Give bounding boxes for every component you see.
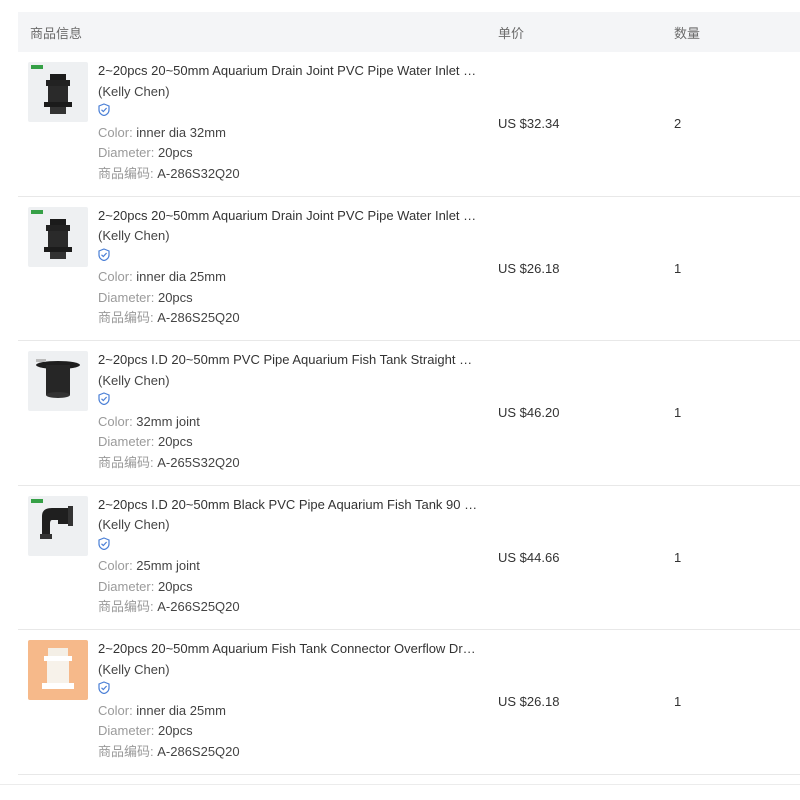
quantity: 1: [674, 405, 682, 421]
attr-sku: 商品编码: A-266S25Q20: [98, 597, 490, 618]
attr-color: Color: 25mm joint: [98, 556, 490, 577]
quantity: 1: [674, 694, 682, 710]
attr-color: Color: inner dia 32mm: [98, 123, 490, 144]
attr-color-value: inner dia 25mm: [136, 269, 226, 284]
unit-price: US $26.18: [498, 260, 560, 276]
seller-name: (Kelly Chen): [98, 372, 170, 388]
seller-name: (Kelly Chen): [98, 661, 170, 677]
seller-name: (Kelly Chen): [98, 83, 170, 99]
unit-price: US $32.34: [498, 116, 560, 132]
attr-sku-value: A-286S25Q20: [157, 310, 240, 325]
attr-color-value: inner dia 32mm: [136, 124, 226, 140]
product-title-link[interactable]: 2~20pcs 20~50mm Aquarium Drain Joint PVC…: [98, 61, 478, 82]
attr-sku-label: 商品编码:: [98, 743, 158, 759]
attr-sku: 商品编码: A-286S25Q20: [98, 308, 490, 329]
attr-diameter: Diameter: 20pcs: [98, 288, 490, 309]
attr-diameter-value: 20pcs: [157, 578, 193, 594]
product-thumbnail[interactable]: [28, 640, 88, 700]
shield-check-icon: [98, 247, 110, 268]
table-row: 2~20pcs 20~50mm Aquarium Drain Joint PVC…: [18, 197, 800, 341]
attr-sku-value: A-266S25Q20: [157, 599, 240, 614]
attr-color-label: Color:: [98, 413, 137, 429]
attr-color-value: 25mm joint: [136, 558, 200, 573]
unit-price: US $46.20: [498, 405, 560, 421]
attr-color-label: Color:: [98, 124, 137, 140]
attr-diameter-label: Diameter:: [98, 578, 158, 594]
attr-diameter-value: 20pcs: [157, 723, 193, 738]
product-title-link[interactable]: 2~20pcs I.D 20~50mm PVC Pipe Aquarium Fi…: [98, 350, 478, 371]
shield-check-icon: [98, 680, 110, 701]
attr-diameter-label: Diameter:: [98, 723, 158, 738]
attr-color-label: Color:: [98, 702, 137, 718]
header-quantity: 数量: [674, 25, 701, 41]
table-header: 商品信息 单价 数量: [18, 12, 800, 52]
attr-color-value: inner dia 25mm: [136, 702, 226, 718]
product-thumbnail[interactable]: [28, 206, 88, 267]
table-row: 2~20pcs 20~50mm Aquarium Fish Tank Conne…: [18, 630, 800, 775]
table-row: 2~20pcs I.D 20~50mm PVC Pipe Aquarium Fi…: [18, 341, 800, 486]
table-row: 2~20pcs I.D 20~50mm Black PVC Pipe Aquar…: [18, 486, 800, 630]
attr-color-value: 32mm joint: [136, 413, 200, 429]
shield-check-icon: [98, 391, 110, 412]
table-row: 2~20pcs 20~50mm Aquarium Drain Joint PVC…: [18, 52, 800, 197]
attr-sku: 商品编码: A-286S32Q20: [98, 164, 490, 185]
attr-sku-label: 商品编码:: [98, 165, 158, 181]
attr-sku-value: A-286S25Q20: [157, 743, 240, 759]
attr-diameter: Diameter: 20pcs: [98, 721, 490, 742]
product-title-link[interactable]: 2~20pcs I.D 20~50mm Black PVC Pipe Aquar…: [98, 495, 478, 516]
attr-diameter-label: Diameter:: [98, 145, 158, 160]
attr-diameter-label: Diameter:: [98, 289, 158, 305]
divider: [0, 784, 800, 785]
seller-name: (Kelly Chen): [98, 517, 170, 532]
attr-color-label: Color:: [98, 558, 137, 573]
product-title-link[interactable]: 2~20pcs 20~50mm Aquarium Fish Tank Conne…: [98, 639, 478, 660]
attr-sku-label: 商品编码:: [98, 454, 158, 470]
seller-name: (Kelly Chen): [98, 228, 170, 243]
attr-color: Color: inner dia 25mm: [98, 701, 490, 722]
product-thumbnail[interactable]: [28, 351, 88, 411]
attr-sku-label: 商品编码:: [98, 310, 158, 325]
shield-check-icon: [98, 536, 110, 557]
shield-check-icon: [98, 102, 110, 123]
attr-diameter: Diameter: 20pcs: [98, 143, 490, 164]
quantity: 2: [674, 116, 682, 132]
attr-sku: 商品编码: A-286S25Q20: [98, 742, 490, 763]
attr-sku-label: 商品编码:: [98, 599, 158, 614]
product-title-link[interactable]: 2~20pcs 20~50mm Aquarium Drain Joint PVC…: [98, 206, 478, 227]
attr-color: Color: 32mm joint: [98, 412, 490, 433]
attr-diameter-label: Diameter:: [98, 434, 158, 449]
attr-sku-value: A-286S32Q20: [157, 165, 240, 181]
attr-sku-value: A-265S32Q20: [157, 454, 240, 470]
header-product-info: 商品信息: [30, 25, 83, 41]
attr-diameter-value: 20pcs: [157, 434, 193, 449]
unit-price: US $26.18: [498, 694, 560, 710]
unit-price: US $44.66: [498, 549, 560, 565]
order-items-table: 商品信息 单价 数量 2~20pcs 20~50mm Aquarium Drai…: [18, 12, 800, 775]
attr-diameter-value: 20pcs: [157, 145, 193, 160]
attr-color-label: Color:: [98, 269, 137, 284]
attr-sku: 商品编码: A-265S32Q20: [98, 453, 490, 474]
attr-diameter-value: 20pcs: [157, 289, 193, 305]
attr-diameter: Diameter: 20pcs: [98, 577, 490, 598]
quantity: 1: [674, 260, 682, 276]
attr-diameter: Diameter: 20pcs: [98, 432, 490, 453]
quantity: 1: [674, 549, 682, 565]
attr-color: Color: inner dia 25mm: [98, 267, 490, 288]
header-unit-price: 单价: [498, 25, 525, 41]
product-thumbnail[interactable]: [28, 495, 88, 556]
product-thumbnail[interactable]: [28, 62, 88, 122]
